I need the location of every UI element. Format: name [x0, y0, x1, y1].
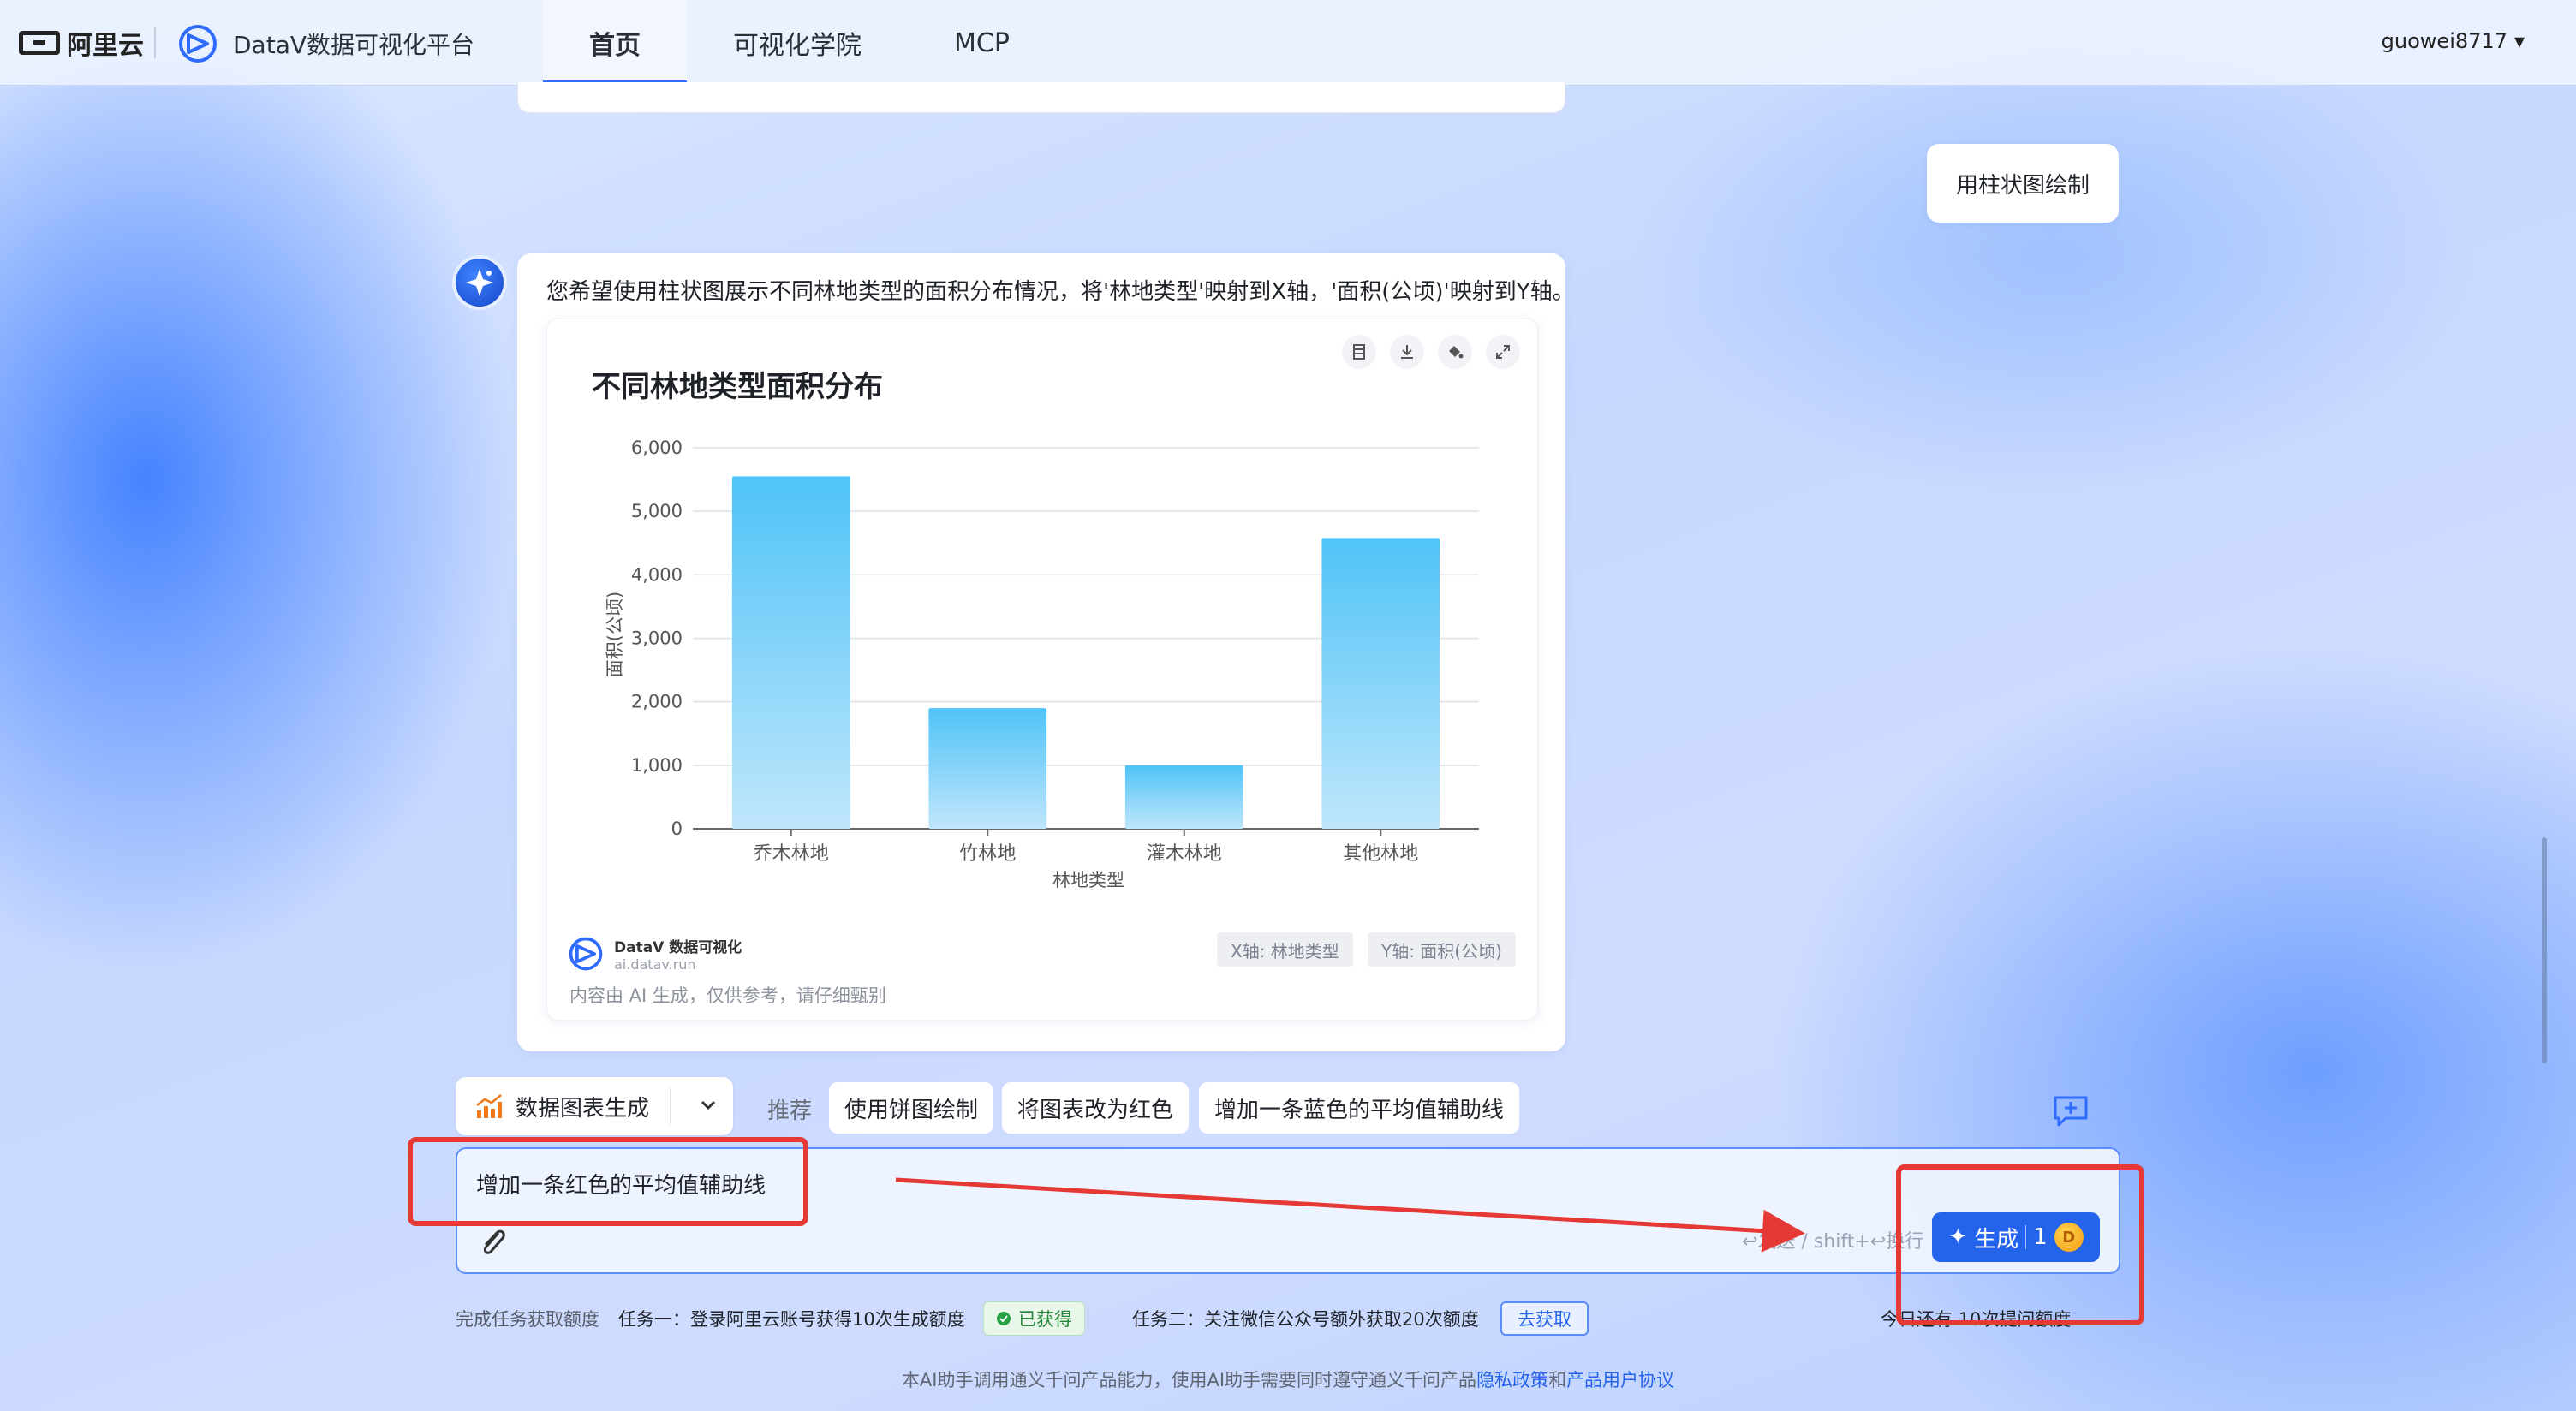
annotation-arrow	[895, 1177, 1805, 1253]
